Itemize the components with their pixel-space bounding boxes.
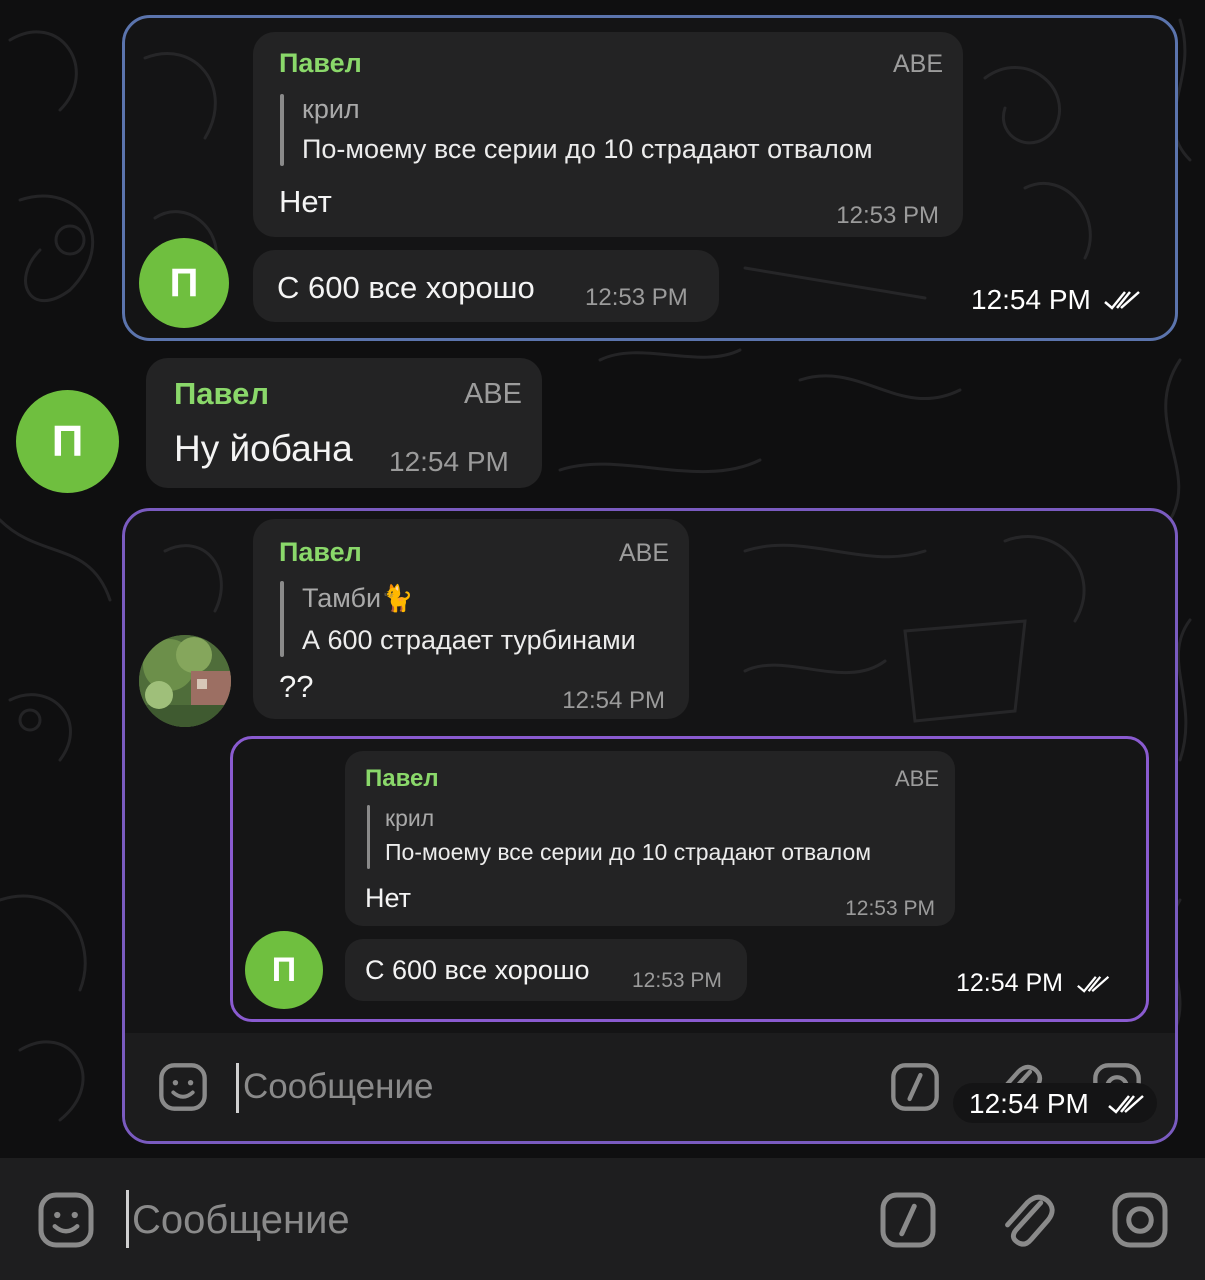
status-time: 12:54 PM	[971, 284, 1091, 315]
avatar-photo-image	[139, 635, 231, 727]
reply-author: крил	[385, 805, 435, 831]
message-composer-preview: Сообщение 12:54 PM	[125, 1033, 1175, 1141]
message-input[interactable]: Сообщение	[243, 1067, 433, 1107]
forwarded-screenshot-bottom: Павел ABE Тамби🐈 А 600 страдает турбинам…	[122, 508, 1178, 1144]
sender-tag: ABE	[618, 539, 669, 567]
message-bubble[interactable]: С 600 все хорошо 12:53 PM	[345, 939, 747, 1001]
avatar-letter: П	[271, 950, 297, 989]
reply-quote[interactable]: крил По-моему все серии до 10 страдают о…	[367, 801, 947, 873]
avatar[interactable]: П	[16, 390, 119, 493]
sender-name[interactable]: Павел	[365, 765, 439, 793]
message-time: 12:54 PM	[389, 446, 509, 477]
double-check-icon	[1104, 291, 1140, 310]
avatar[interactable]: П	[139, 238, 229, 328]
message-text: Ну йобана	[174, 428, 353, 469]
forwarded-screenshot-top: Павел ABE крил По-моему все серии до 10 …	[122, 15, 1178, 341]
avatar-letter: П	[51, 416, 84, 466]
command-icon[interactable]	[878, 1190, 938, 1250]
message-text: С 600 все хорошо	[277, 270, 535, 305]
message-time: 12:53 PM	[585, 284, 688, 311]
message-bubble[interactable]: С 600 все хорошо 12:53 PM	[253, 250, 719, 322]
message-bubble-reply[interactable]: Павел ABE крил По-моему все серии до 10 …	[253, 32, 963, 237]
sender-name[interactable]: Павел	[279, 537, 362, 568]
screenshot-status: 12:54 PM	[953, 280, 1153, 320]
reply-author-name: Тамби	[302, 583, 382, 613]
reply-author: крил	[302, 94, 360, 124]
command-icon[interactable]	[889, 1061, 941, 1113]
status-time: 12:54 PM	[956, 969, 1064, 997]
message-bubble-reply[interactable]: Павел ABE Тамби🐈 А 600 страдает турбинам…	[253, 519, 689, 719]
text-caret	[126, 1190, 129, 1248]
double-check-icon	[1108, 1095, 1144, 1114]
message-time: 12:53 PM	[836, 202, 939, 229]
screenshot-status: 12:54 PM	[953, 1083, 1157, 1123]
reply-quote[interactable]: Тамби🐈 А 600 страдает турбинами	[280, 577, 680, 661]
sender-tag: ABE	[463, 378, 522, 410]
message-text: Нет	[279, 184, 332, 219]
sender-name[interactable]: Павел	[279, 48, 362, 79]
attach-icon[interactable]	[996, 1188, 1056, 1252]
message-input[interactable]: Сообщение	[132, 1198, 350, 1243]
reply-quote[interactable]: крил По-моему все серии до 10 страдают о…	[280, 90, 950, 170]
sender-tag: ABE	[892, 50, 943, 78]
sticker-icon[interactable]	[36, 1190, 96, 1250]
message-time: 12:54 PM	[562, 687, 665, 714]
double-check-icon	[1077, 975, 1110, 993]
message-time: 12:53 PM	[632, 969, 722, 992]
avatar-letter: П	[169, 260, 199, 305]
message-time: 12:53 PM	[845, 897, 935, 920]
sender-name[interactable]: Павел	[174, 376, 269, 412]
sender-tag: ABE	[894, 766, 939, 791]
message-text: Нет	[365, 883, 411, 913]
message-text: ??	[279, 669, 314, 704]
sticker-icon[interactable]	[157, 1061, 209, 1113]
reply-text: По-моему все серии до 10 страдают отвало…	[385, 839, 872, 865]
cat-emoji: 🐈	[381, 583, 414, 613]
reply-text: По-моему все серии до 10 страдают отвало…	[302, 134, 873, 164]
message-composer: Сообщение	[0, 1158, 1205, 1280]
message-bubble[interactable]: Павел ABE Ну йобана 12:54 PM	[146, 358, 542, 488]
message-bubble-reply[interactable]: Павел ABE крил По-моему все серии до 10 …	[345, 751, 955, 926]
avatar[interactable]: П	[245, 931, 323, 1009]
text-caret	[236, 1063, 239, 1113]
reply-author: Тамби🐈	[302, 583, 413, 614]
reply-text: А 600 страдает турбинами	[302, 625, 636, 655]
nested-forwarded-screenshot: Павел ABE крил По-моему все серии до 10 …	[230, 736, 1149, 1022]
camera-icon[interactable]	[1110, 1190, 1170, 1250]
status-time: 12:54 PM	[969, 1088, 1089, 1119]
photo-avatar[interactable]	[139, 635, 231, 727]
screenshot-status: 12:54 PM	[946, 967, 1126, 1003]
message-text: С 600 все хорошо	[365, 955, 590, 985]
